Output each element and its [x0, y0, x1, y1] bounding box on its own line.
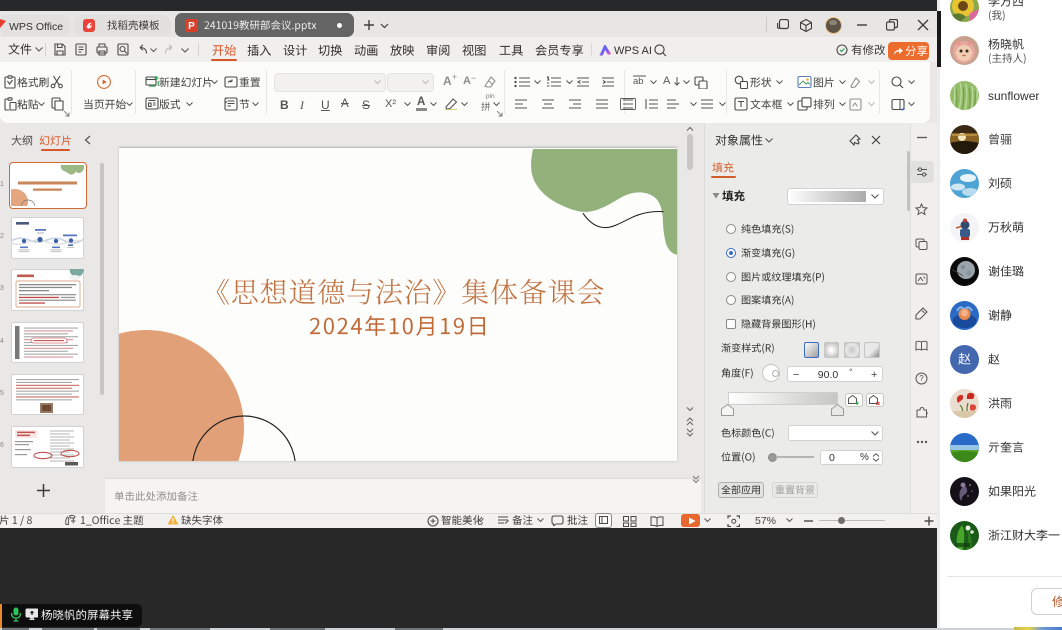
svg-text:P: P — [188, 21, 195, 32]
svg-text:?: ? — [919, 374, 924, 383]
